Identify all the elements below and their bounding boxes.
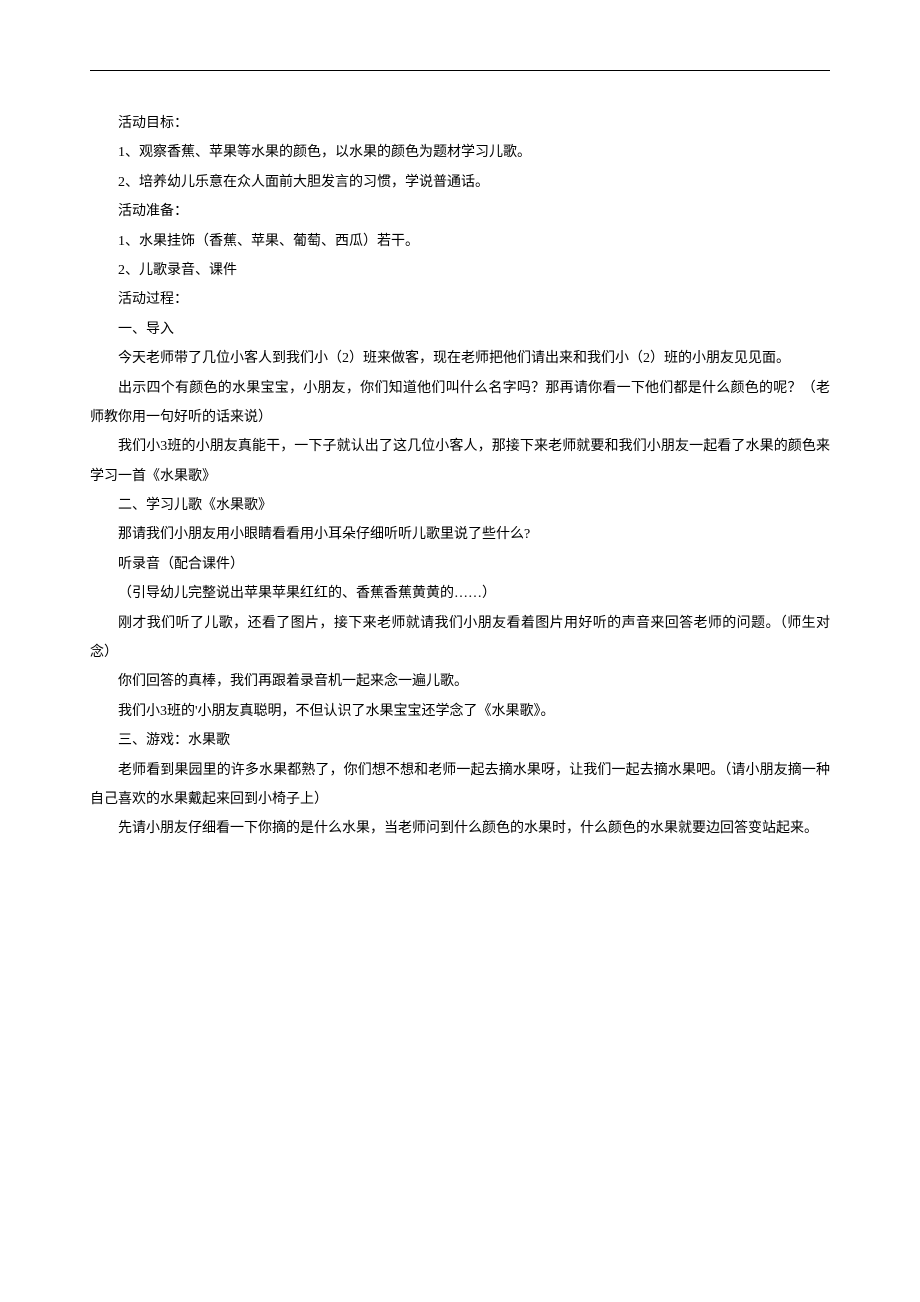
- paragraph-8: 一、导入: [90, 315, 830, 344]
- paragraph-1: 活动目标：: [90, 109, 830, 138]
- paragraph-2: 1、观察香蕉、苹果等水果的颜色，以水果的颜色为题材学习儿歌。: [90, 138, 830, 167]
- paragraph-11: 我们小3班的小朋友真能干，一下子就认出了这几位小客人，那接下来老师就要和我们小朋…: [90, 432, 830, 491]
- paragraph-3: 2、培养幼儿乐意在众人面前大胆发言的习惯，学说普通话。: [90, 168, 830, 197]
- top-divider: [90, 70, 830, 71]
- paragraph-6: 2、儿歌录音、课件: [90, 256, 830, 285]
- paragraph-12: 二、学习儿歌《水果歌》: [90, 491, 830, 520]
- paragraph-13: 那请我们小朋友用小眼睛看看用小耳朵仔细听听儿歌里说了些什么?: [90, 520, 830, 549]
- paragraph-7: 活动过程：: [90, 285, 830, 314]
- paragraph-9: 今天老师带了几位小客人到我们小（2）班来做客，现在老师把他们请出来和我们小（2）…: [90, 344, 830, 373]
- paragraph-5: 1、水果挂饰（香蕉、苹果、葡萄、西瓜）若干。: [90, 227, 830, 256]
- paragraph-15: （引导幼儿完整说出苹果苹果红红的、香蕉香蕉黄黄的……）: [90, 579, 830, 608]
- paragraph-16: 刚才我们听了儿歌，还看了图片，接下来老师就请我们小朋友看着图片用好听的声音来回答…: [90, 609, 830, 668]
- paragraph-19: 三、游戏：水果歌: [90, 726, 830, 755]
- paragraph-18: 我们小3班的'小朋友真聪明，不但认识了水果宝宝还学念了《水果歌》。: [90, 697, 830, 726]
- paragraph-21: 先请小朋友仔细看一下你摘的是什么水果，当老师问到什么颜色的水果时，什么颜色的水果…: [90, 814, 830, 843]
- paragraph-17: 你们回答的真棒，我们再跟着录音机一起来念一遍儿歌。: [90, 667, 830, 696]
- paragraph-20: 老师看到果园里的许多水果都熟了，你们想不想和老师一起去摘水果呀，让我们一起去摘水…: [90, 756, 830, 815]
- paragraph-4: 活动准备：: [90, 197, 830, 226]
- paragraph-10: 出示四个有颜色的水果宝宝，小朋友，你们知道他们叫什么名字吗？那再请你看一下他们都…: [90, 374, 830, 433]
- document-content: 活动目标： 1、观察香蕉、苹果等水果的颜色，以水果的颜色为题材学习儿歌。 2、培…: [90, 109, 830, 844]
- paragraph-14: 听录音（配合课件）: [90, 550, 830, 579]
